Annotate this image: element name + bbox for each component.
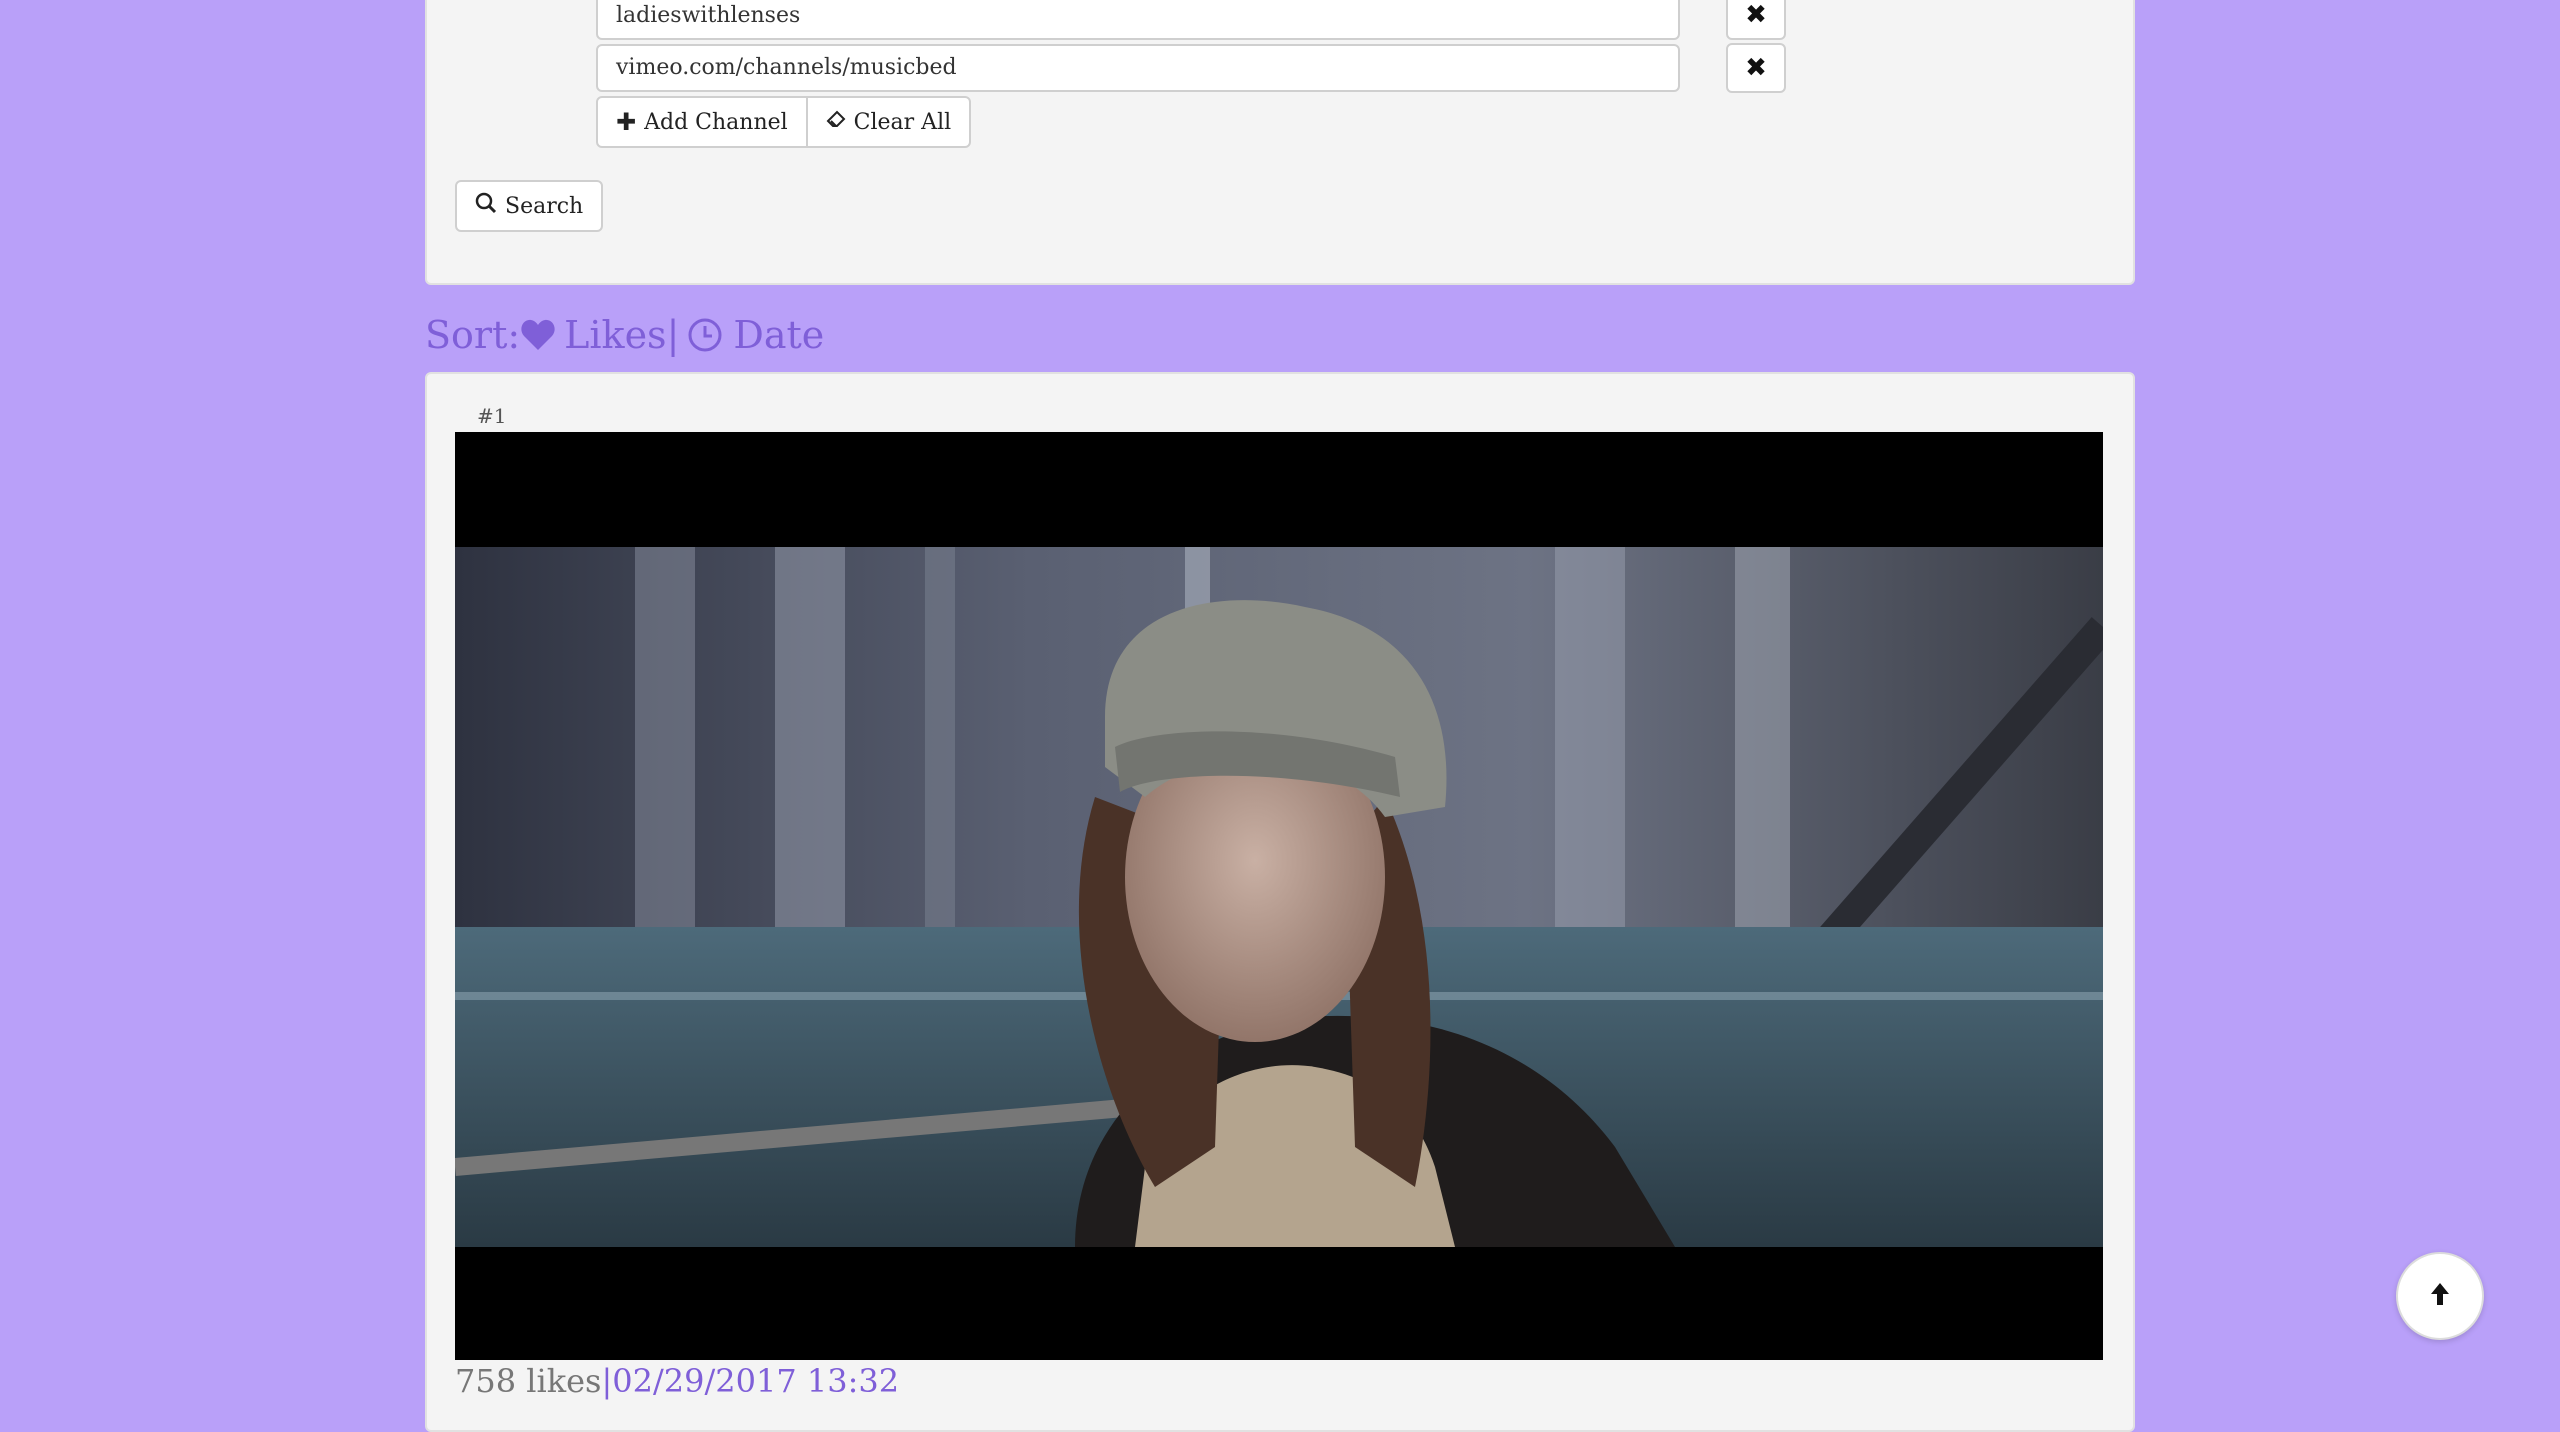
add-channel-button[interactable]: ✚ Add Channel [596,96,808,148]
clear-all-button[interactable]: Clear All [807,96,972,148]
sort-date-label: Date [733,313,825,357]
close-icon: ✖ [1745,0,1767,30]
search-label: Search [505,193,584,219]
search-button[interactable]: Search [455,180,604,232]
eraser-icon [826,109,846,135]
sort-label: Sort: [425,313,521,357]
plus-icon: ✚ [616,108,637,136]
scroll-to-top-button[interactable] [2396,1252,2484,1340]
channel-input-1[interactable]: ladieswithlenses [596,0,1680,40]
remove-channel-button-2[interactable]: ✖ [1726,43,1786,93]
video-player[interactable] [455,432,2103,1360]
sort-likes-label: Likes [564,313,667,357]
add-channel-label: Add Channel [644,109,788,135]
likes-count: 758 likes [455,1362,602,1400]
arrow-up-icon [2429,1281,2451,1311]
sort-by-date[interactable]: Date [687,313,824,357]
video-frame [455,547,2103,1247]
sort-separator: | [666,313,680,357]
result-rank: #1 [477,404,507,428]
channel-input-2[interactable]: vimeo.com/channels/musicbed [596,44,1680,92]
clear-all-label: Clear All [853,109,952,135]
clock-icon [687,317,723,353]
result-meta: 758 likes|02/29/2017 13:32 [455,1362,899,1400]
close-icon: ✖ [1745,53,1767,83]
search-icon [475,192,497,220]
heart-icon [520,318,556,352]
result-date: 02/29/2017 13:32 [612,1362,900,1400]
sort-by-likes[interactable]: Likes [520,313,667,357]
meta-separator: | [601,1362,613,1400]
sort-bar: Sort: Likes | Date [425,310,824,360]
channel-button-group: ✚ Add Channel Clear All [596,96,972,148]
remove-channel-button-1[interactable]: ✖ [1726,0,1786,40]
